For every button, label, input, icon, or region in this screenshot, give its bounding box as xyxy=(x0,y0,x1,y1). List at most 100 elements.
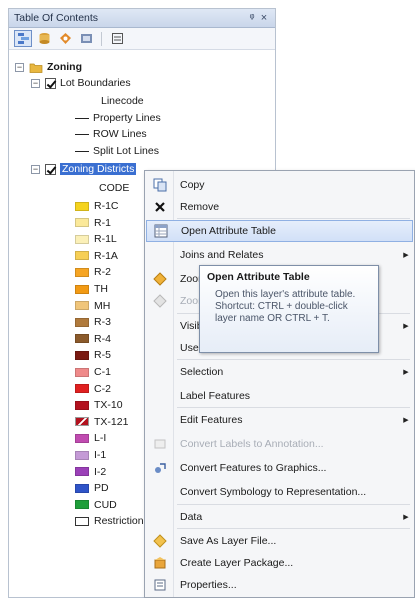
legend-class-label: R-1L xyxy=(94,233,117,246)
legend-class-label: R-1 xyxy=(94,216,111,229)
collapse-icon[interactable]: − xyxy=(31,78,40,88)
menu-item-joins-and-relates[interactable]: Joins and Relates ▶ xyxy=(146,244,413,266)
menu-item-create-layer-package[interactable]: Create Layer Package... xyxy=(146,552,413,574)
legend-swatch xyxy=(75,467,89,477)
remove-icon xyxy=(146,200,174,214)
menu-item-label: Copy xyxy=(180,179,205,191)
submenu-arrow-icon: ▶ xyxy=(403,252,409,259)
list-by-visibility-icon[interactable] xyxy=(56,30,74,47)
legend-class-label: R-3 xyxy=(94,316,111,329)
legend-class-label: MH xyxy=(94,299,111,312)
menu-item-data[interactable]: Data ▶ xyxy=(146,506,413,528)
menu-item-label: Joins and Relates xyxy=(180,249,264,261)
menu-item-label: Label Features xyxy=(180,390,251,402)
layer-context-menu: Copy Remove Open Attribute Table Joins and … xyxy=(144,170,415,598)
options-icon[interactable] xyxy=(108,30,126,47)
legend-swatch xyxy=(75,284,89,294)
legend-class: C-1 xyxy=(75,364,111,380)
submenu-arrow-icon: ▶ xyxy=(403,323,409,330)
group-layer-zoning[interactable]: − Zoning xyxy=(15,59,82,75)
toolbar-separator xyxy=(101,31,102,46)
legend-class: L-I xyxy=(75,430,106,446)
menu-item-label: Selection xyxy=(180,366,224,378)
legend-class: Restrictions xyxy=(75,513,149,529)
legend-class: R-1L xyxy=(75,231,117,247)
menu-separator xyxy=(177,528,410,529)
close-icon[interactable]: × xyxy=(258,12,270,24)
toc-titlebar[interactable]: Table Of Contents ᵠ × xyxy=(9,9,275,28)
symbology-field-name: CODE xyxy=(99,180,129,196)
submenu-arrow-icon: ▶ xyxy=(403,514,409,521)
menu-item-label: Data xyxy=(180,511,203,523)
legend-class: TH xyxy=(75,281,108,297)
legend-class-label: CUD xyxy=(94,498,117,511)
legend-class: R-2 xyxy=(75,264,111,280)
menu-item-label: Convert Features to Graphics... xyxy=(180,462,327,474)
list-by-drawing-order-icon[interactable] xyxy=(14,30,32,47)
menu-separator xyxy=(177,407,410,408)
menu-item-properties[interactable]: Properties... xyxy=(146,574,413,596)
legend-class-label: TX-10 xyxy=(94,399,123,412)
legend-class: R-1C xyxy=(75,198,119,214)
field-label: CODE xyxy=(99,182,130,194)
tooltip: Open Attribute Table Open this layer's a… xyxy=(199,265,379,353)
layer-lot-boundaries[interactable]: − Lot Boundaries xyxy=(31,75,131,91)
menu-item-label-features[interactable]: Label Features xyxy=(146,385,413,407)
legend-class-label: R-2 xyxy=(94,266,111,279)
legend-class-label: Restrictions xyxy=(94,515,149,528)
legend-swatch xyxy=(75,267,89,277)
legend-swatch xyxy=(75,500,89,510)
legend-swatch xyxy=(75,384,89,394)
submenu-arrow-icon: ▶ xyxy=(403,417,409,424)
legend-class-label: R-1A xyxy=(94,249,118,262)
legend-class-label: R-5 xyxy=(94,349,111,362)
menu-item-selection[interactable]: Selection ▶ xyxy=(146,361,413,383)
legend-class: ROW Lines xyxy=(75,126,147,142)
legend-class: R-4 xyxy=(75,331,111,347)
folder-icon xyxy=(29,62,43,73)
properties-icon xyxy=(146,578,174,592)
legend-class: R-1 xyxy=(75,215,111,231)
attribute-table-icon xyxy=(147,224,175,238)
menu-item-edit-features[interactable]: Edit Features ▶ xyxy=(146,409,413,431)
line-symbol xyxy=(75,150,89,152)
legend-swatch xyxy=(75,317,89,327)
legend-swatch xyxy=(75,334,89,344)
layer-label: Lot Boundaries xyxy=(60,77,131,89)
legend-class-label: PD xyxy=(94,482,109,495)
symbology-field-name: Linecode xyxy=(101,93,144,109)
menu-item-remove[interactable]: Remove xyxy=(146,196,413,218)
menu-item-copy[interactable]: Copy xyxy=(146,174,413,196)
menu-item-save-as-layer-file[interactable]: Save As Layer File... xyxy=(146,530,413,552)
layer-zoning-districts[interactable]: − Zoning Districts xyxy=(31,161,137,177)
layer-visibility-checkbox[interactable] xyxy=(45,163,56,175)
legend-swatch xyxy=(75,201,89,211)
legend-class: Property Lines xyxy=(75,110,161,126)
menu-separator xyxy=(177,218,410,219)
save-layer-icon xyxy=(146,534,174,548)
pin-icon[interactable]: ᵠ xyxy=(246,12,258,24)
collapse-icon[interactable]: − xyxy=(15,62,24,72)
layer-visibility-checkbox[interactable] xyxy=(45,77,56,89)
list-by-source-icon[interactable] xyxy=(35,30,53,47)
layer-package-icon xyxy=(146,556,174,570)
menu-item-convert-symbology-to-representation[interactable]: Convert Symbology to Representation... xyxy=(146,481,413,503)
legend-class: R-3 xyxy=(75,314,111,330)
menu-item-label: Convert Labels to Annotation... xyxy=(180,438,324,450)
legend-swatch xyxy=(75,301,89,311)
legend-swatch xyxy=(75,367,89,377)
copy-icon xyxy=(146,178,174,192)
menu-item-label: Properties... xyxy=(180,579,237,591)
menu-item-label: Save As Layer File... xyxy=(180,535,277,547)
convert-features-icon xyxy=(146,461,174,475)
legend-swatch xyxy=(75,350,89,360)
menu-item-convert-labels-to-annotation: Convert Labels to Annotation... xyxy=(146,433,413,455)
legend-class-label: L-I xyxy=(94,432,107,445)
legend-class-label: Split Lot Lines xyxy=(93,145,159,157)
collapse-icon[interactable]: − xyxy=(31,164,40,174)
legend-class: R-1A xyxy=(75,248,118,264)
list-by-selection-icon[interactable] xyxy=(77,30,95,47)
menu-item-convert-features-to-graphics[interactable]: Convert Features to Graphics... xyxy=(146,457,413,479)
tooltip-body: Open this layer's attribute table. Short… xyxy=(215,289,356,324)
menu-item-open-attribute-table[interactable]: Open Attribute Table xyxy=(146,220,413,242)
